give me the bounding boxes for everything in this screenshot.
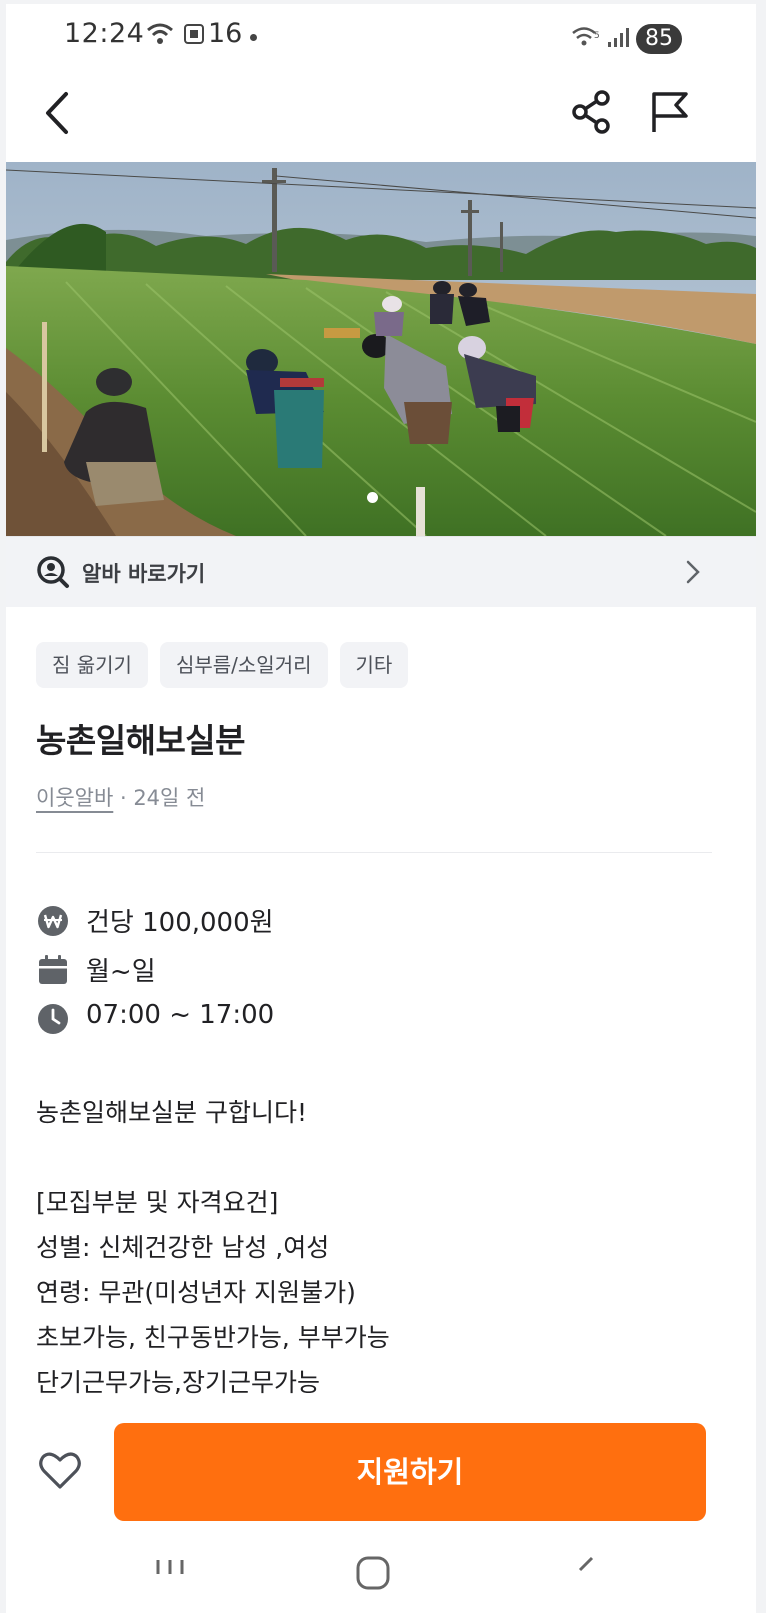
desc-line: 초보가능, 친구동반가능, 부부가능 <box>36 1323 390 1352</box>
screenshot-icon <box>182 22 206 50</box>
shortcut-label: 알바 바로가기 <box>82 562 206 586</box>
desc-line: 단기근무가능,장기근무가능 <box>36 1368 320 1397</box>
wifi-icon <box>146 22 174 50</box>
days-row: 월~일 <box>36 949 726 989</box>
clock-icon <box>38 1004 68 1034</box>
shortcut-bar[interactable]: 알바 바로가기 <box>6 536 756 607</box>
back-button[interactable] <box>36 86 86 140</box>
recent-apps-icon <box>156 1560 184 1574</box>
wifi-calling-icon: 5 <box>572 24 602 52</box>
tag-other[interactable]: 기타 <box>339 642 409 688</box>
status-time: 12:24 <box>64 18 145 49</box>
notification-dot <box>250 34 257 41</box>
category-tags: 짐 옮기기 심부름/소일거리 기타 <box>36 642 409 688</box>
flag-icon <box>652 92 688 132</box>
hours-row: 07:00 ~ 17:00 <box>36 998 726 1038</box>
desc-line: 성별: 신체건강한 남성 ,여성 <box>36 1233 330 1262</box>
farm-field-photo <box>6 162 756 536</box>
bottom-action-bar: 지원하기 <box>6 1410 756 1540</box>
author-link[interactable]: 이웃알바 <box>36 786 113 810</box>
svg-text:5: 5 <box>594 31 600 41</box>
like-button[interactable] <box>36 1446 84 1494</box>
system-back-icon <box>578 1556 594 1572</box>
divider <box>36 852 712 853</box>
post-time: 24일 전 <box>133 786 206 810</box>
carousel-indicator <box>367 492 378 503</box>
battery-indicator: 85 <box>636 24 682 54</box>
pay-row: 건당 100,000원 <box>36 900 726 940</box>
desc-line: 농촌일해보실분 구합니다! <box>36 1098 307 1127</box>
share-icon <box>572 90 610 134</box>
home-icon <box>356 1556 390 1590</box>
screen: 12:24 16 5 85 알바 바로가기 짐 옮기기 심부름/소일거리 기타 … <box>6 4 756 1613</box>
job-photo[interactable] <box>6 162 756 536</box>
desc-line: 연령: 무관(미성년자 지원불가) <box>36 1278 356 1307</box>
hours-text: 07:00 ~ 17:00 <box>86 1000 275 1030</box>
tag-moving[interactable]: 짐 옮기기 <box>36 642 148 688</box>
days-text: 월~일 <box>86 957 156 987</box>
post-title: 농촌일해보실분 <box>36 721 246 760</box>
signal-icon <box>606 26 632 52</box>
heart-icon <box>39 1452 81 1489</box>
won-icon <box>38 906 68 936</box>
pay-text: 건당 100,000원 <box>86 908 274 938</box>
report-button[interactable] <box>646 88 694 136</box>
tag-errands[interactable]: 심부름/소일거리 <box>159 642 328 688</box>
chevron-left-icon <box>46 92 68 134</box>
chevron-right-icon <box>682 557 704 591</box>
share-button[interactable] <box>568 88 616 136</box>
desc-line: [모집부분 및 자격요건] <box>36 1188 279 1217</box>
post-meta: 이웃알바 · 24일 전 <box>36 782 205 812</box>
calendar-icon <box>39 955 67 984</box>
search-person-icon <box>36 555 70 593</box>
status-bar: 12:24 16 5 85 <box>6 4 756 74</box>
apply-button[interactable]: 지원하기 <box>114 1423 706 1521</box>
meta-separator: · <box>113 786 134 810</box>
notification-count: 16 <box>208 18 243 49</box>
system-navigation-bar <box>6 1544 756 1613</box>
post-description: 농촌일해보실분 구합니다! [모집부분 및 자격요건] 성별: 신체건강한 남성… <box>36 1090 726 1405</box>
